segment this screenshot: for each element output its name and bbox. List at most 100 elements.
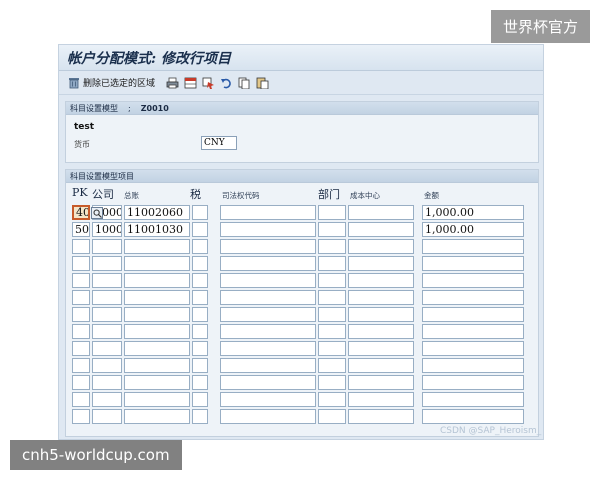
cell-gl[interactable] (124, 307, 190, 322)
cell-pk[interactable] (72, 409, 90, 424)
col-header-pk[interactable]: PK (72, 186, 88, 199)
cell-dept[interactable] (318, 341, 346, 356)
cell-company[interactable] (92, 290, 122, 305)
cell-jurisdiction[interactable] (220, 307, 316, 322)
cell-cost-center[interactable] (348, 290, 414, 305)
cell-tax[interactable] (192, 392, 208, 407)
cell-dept[interactable] (318, 290, 346, 305)
cell-gl[interactable]: 11001030 (124, 222, 190, 237)
cell-cost-center[interactable] (348, 324, 414, 339)
cell-dept[interactable] (318, 392, 346, 407)
cell-cost-center[interactable] (348, 256, 414, 271)
cell-dept[interactable] (318, 239, 346, 254)
cell-jurisdiction[interactable] (220, 239, 316, 254)
cell-company[interactable]: 1000 (92, 222, 122, 237)
cell-amount[interactable] (422, 324, 524, 339)
cell-tax[interactable] (192, 409, 208, 424)
cell-cost-center[interactable] (348, 392, 414, 407)
cell-cost-center[interactable] (348, 205, 414, 220)
cell-company[interactable] (92, 256, 122, 271)
cell-gl[interactable]: 11002060 (124, 205, 190, 220)
cell-tax[interactable] (192, 341, 208, 356)
cell-jurisdiction[interactable] (220, 273, 316, 288)
cell-tax[interactable] (192, 239, 208, 254)
cell-jurisdiction[interactable] (220, 205, 316, 220)
cell-company[interactable] (92, 392, 122, 407)
cell-company[interactable] (92, 409, 122, 424)
cell-gl[interactable] (124, 375, 190, 390)
cell-cost-center[interactable] (348, 409, 414, 424)
cell-jurisdiction[interactable] (220, 358, 316, 373)
cell-company[interactable] (92, 358, 122, 373)
cell-pk[interactable] (72, 375, 90, 390)
cell-gl[interactable] (124, 256, 190, 271)
cell-dept[interactable] (318, 409, 346, 424)
cell-company[interactable] (92, 324, 122, 339)
select-icon[interactable] (201, 76, 215, 90)
cell-amount[interactable] (422, 392, 524, 407)
cell-amount[interactable] (422, 239, 524, 254)
cell-jurisdiction[interactable] (220, 222, 316, 237)
cell-dept[interactable] (318, 375, 346, 390)
cell-tax[interactable] (192, 307, 208, 322)
cell-company[interactable] (92, 273, 122, 288)
cell-gl[interactable] (124, 341, 190, 356)
cell-amount[interactable] (422, 290, 524, 305)
col-header-gl[interactable]: 总账 (124, 190, 139, 201)
cell-gl[interactable] (124, 290, 190, 305)
cell-company[interactable] (92, 239, 122, 254)
cell-cost-center[interactable] (348, 273, 414, 288)
cell-jurisdiction[interactable] (220, 324, 316, 339)
currency-field[interactable]: CNY (201, 136, 237, 150)
col-header-cost-center[interactable]: 成本中心 (350, 190, 380, 201)
cell-cost-center[interactable] (348, 341, 414, 356)
cell-jurisdiction[interactable] (220, 392, 316, 407)
cell-jurisdiction[interactable] (220, 256, 316, 271)
cell-dept[interactable] (318, 324, 346, 339)
cell-dept[interactable] (318, 358, 346, 373)
cell-pk[interactable] (72, 239, 90, 254)
cell-pk[interactable] (72, 392, 90, 407)
cell-pk[interactable]: 40 (72, 205, 90, 220)
cell-tax[interactable] (192, 256, 208, 271)
cell-jurisdiction[interactable] (220, 290, 316, 305)
delete-selected-button[interactable]: 删除已选定的区域 (67, 76, 161, 90)
cell-jurisdiction[interactable] (220, 375, 316, 390)
paste-icon[interactable] (255, 76, 269, 90)
col-header-jurisdiction[interactable]: 司法权代码 (222, 190, 260, 201)
cell-cost-center[interactable] (348, 222, 414, 237)
cell-pk[interactable] (72, 324, 90, 339)
cell-pk[interactable] (72, 358, 90, 373)
col-header-dept[interactable]: 部门 (318, 186, 340, 202)
cell-amount[interactable] (422, 307, 524, 322)
cell-gl[interactable] (124, 358, 190, 373)
cell-dept[interactable] (318, 205, 346, 220)
cell-company[interactable] (92, 307, 122, 322)
cell-cost-center[interactable] (348, 307, 414, 322)
local-layout-icon[interactable] (183, 76, 197, 90)
cell-tax[interactable] (192, 358, 208, 373)
cell-pk[interactable] (72, 341, 90, 356)
cell-jurisdiction[interactable] (220, 341, 316, 356)
cell-amount[interactable]: 1,000.00 (422, 222, 524, 237)
cell-gl[interactable] (124, 273, 190, 288)
cell-amount[interactable]: 1,000.00 (422, 205, 524, 220)
cell-dept[interactable] (318, 256, 346, 271)
cell-cost-center[interactable] (348, 239, 414, 254)
cell-gl[interactable] (124, 239, 190, 254)
cell-gl[interactable] (124, 392, 190, 407)
cell-cost-center[interactable] (348, 358, 414, 373)
cell-gl[interactable] (124, 324, 190, 339)
cell-jurisdiction[interactable] (220, 409, 316, 424)
cell-tax[interactable] (192, 290, 208, 305)
cell-tax[interactable] (192, 273, 208, 288)
cell-dept[interactable] (318, 222, 346, 237)
cell-gl[interactable] (124, 409, 190, 424)
cell-tax[interactable] (192, 375, 208, 390)
cell-dept[interactable] (318, 307, 346, 322)
cell-pk[interactable] (72, 256, 90, 271)
cell-amount[interactable] (422, 341, 524, 356)
cell-amount[interactable] (422, 256, 524, 271)
undo-icon[interactable] (219, 76, 233, 90)
cell-pk[interactable]: 50 (72, 222, 90, 237)
